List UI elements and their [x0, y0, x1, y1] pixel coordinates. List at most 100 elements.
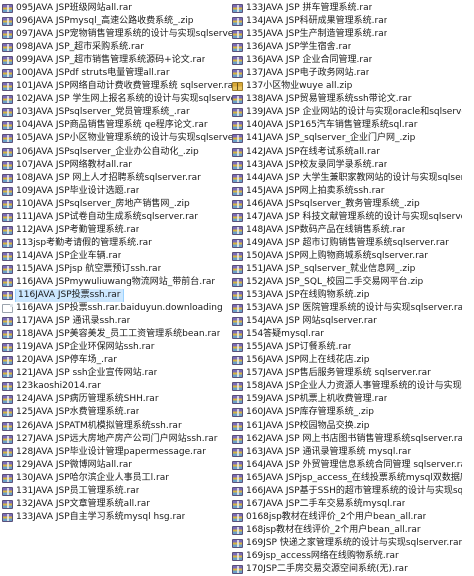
file-item[interactable]: 125JAVA JSP水费管理系统.rar — [2, 406, 232, 419]
file-item[interactable]: 117JAVA JSP 通讯录ssh.rar — [2, 315, 232, 328]
file-item[interactable]: 151JAVA JSP_sqlserver_就业信息网_.zip — [232, 263, 462, 276]
file-item[interactable]: 135JAVA JSP生产制造管理系统.rar — [232, 28, 462, 41]
file-item[interactable]: 100JAVA JSPdf struts电量管理all.rar — [2, 67, 232, 80]
file-item[interactable]: 168jsp教材在线评价_2个用户bean_all.rar — [232, 524, 462, 537]
file-item[interactable]: 105JAVA JSP小区物业管理系统的设计与实现sqlserver.rar — [2, 132, 232, 145]
file-item[interactable]: 127JAVA JSP远大房地产房产公司门户网站ssh.rar — [2, 433, 232, 446]
file-item[interactable]: 139JAVA JSP 企业网站的设计与实现oracle和sqlserver20… — [232, 106, 462, 119]
file-item[interactable]: 123kaoshi2014.rar — [2, 380, 232, 393]
file-name-label: 146JAVA JSPsqlserver_教务管理系统_.zip — [246, 198, 420, 209]
file-item[interactable]: 169JSP 快递之家管理系统的设计与实现sqlserver.rar — [232, 537, 462, 550]
file-item[interactable]: 131JAVA JSP员工管理系统.rar — [2, 485, 232, 498]
file-item[interactable]: 133JAVA JSP 拼车管理系统.rar — [232, 2, 462, 15]
rar-archive-icon — [232, 499, 243, 509]
file-item[interactable]: 118JAVA JSP美容美发_员工工资管理系统bean.rar — [2, 328, 232, 341]
file-item[interactable]: 108JAVA JSP 网上人才招聘系统sqlserver.rar — [2, 172, 232, 185]
file-item[interactable]: 128JAVA JSP毕业设计管理papermessage.rar — [2, 446, 232, 459]
file-item[interactable]: 170JSP二手房交易交源空间系统(无).rar — [232, 563, 462, 576]
file-item[interactable]: 114JAVA JSP企业车辆.rar — [2, 250, 232, 263]
file-item[interactable]: 153JAVA JSP在线购物系统.zip — [232, 289, 462, 302]
file-item[interactable]: 167JAVA JSP二手车交易系统mysql.rar — [232, 498, 462, 511]
file-item[interactable]: 154答疑mysql.rar — [232, 328, 462, 341]
rar-archive-icon — [2, 330, 13, 340]
file-item[interactable]: 129JAVA JSP微博网站all.rar — [2, 459, 232, 472]
file-item[interactable]: 133JAVA JSP自主学习系统mysql hsg.rar — [2, 511, 232, 524]
file-item[interactable]: 155JAVA JSP订餐系统.rar — [232, 341, 462, 354]
file-item[interactable]: 142JAVA JSP在线考试系统all.rar — [232, 146, 462, 159]
file-item[interactable]: 098JAVA JSP_超市采购系统.rar — [2, 41, 232, 54]
file-item[interactable]: 162JAVA JSP 网上书店图书销售管理系统sqlserver.rar — [232, 433, 462, 446]
file-item[interactable]: 137JAVA JSP电子政务网站.rar — [232, 67, 462, 80]
file-item[interactable]: 103JAVA JSPsqlserver_党员管理系统_.rar — [2, 106, 232, 119]
file-item[interactable]: 136JAVA JSP 企业合同管理.rar — [232, 54, 462, 67]
file-item[interactable]: 110JAVA JSPsqlserver_房地产销售网_.zip — [2, 198, 232, 211]
file-item[interactable]: 165JAVA JSPjsp_access_在线投票系统mysql双数据库.ra… — [232, 472, 462, 485]
file-item[interactable]: 134JAVA JSP科研成果管理系统.rar — [232, 15, 462, 28]
file-item[interactable]: 113jsp考勤考请假的管理系统.rar — [2, 237, 232, 250]
file-item[interactable]: 149JAVA JSP 超市订购销售管理系统sqlserver.rar — [232, 237, 462, 250]
file-item[interactable]: 160JAVA JSP库存管理系统_.zip — [232, 406, 462, 419]
file-item[interactable]: 140JAVA JSP165汽车销售管理系统sql.rar — [232, 119, 462, 132]
file-item[interactable]: 153JAVA JSP 医院管理系统的设计与实现sqlserver.rar — [232, 302, 462, 315]
file-item[interactable]: 101JAVA JSP网络自动计费收费管理系统 sqlserver.rar — [2, 80, 232, 93]
file-item[interactable]: 150JAVA JSP网上购物商城系统sqlserver.rar — [232, 250, 462, 263]
file-item[interactable]: 156JAVA JSP网上在线花店.zip — [232, 354, 462, 367]
file-item[interactable]: 161JAVA JSP校园物品交换.zip — [232, 420, 462, 433]
file-item[interactable]: 112JAVA JSP考勤管理系统.rar — [2, 224, 232, 237]
file-item[interactable]: 124JAVA JSP病历管理系统SHH.rar — [2, 393, 232, 406]
file-item[interactable]: 166JAVA JSP基于SSH的超市管理系统的设计与实现sqlserver.r… — [232, 485, 462, 498]
file-name-label: 116JAVA JSP投票ssh.rar — [15, 289, 124, 303]
file-item[interactable]: 095JAVA JSP班级网站all.rar — [2, 2, 232, 15]
file-item[interactable]: 136JAVA JSP学生宿舍.rar — [232, 41, 462, 54]
file-item[interactable]: 159JAVA JSP机票上机收费管理.rar — [232, 393, 462, 406]
rar-archive-icon — [232, 525, 243, 535]
rar-archive-icon — [2, 4, 13, 14]
file-item[interactable]: 116JAVA JSPmywuliuwang物流网站_带前台.rar — [2, 276, 232, 289]
file-item[interactable]: 104JAVA JSP商品销售管理系统 qe程序论文.rar — [2, 119, 232, 132]
file-name-label: 136JAVA JSP学生宿舍.rar — [246, 42, 352, 53]
file-name-label: 152JAVA JSP_SQL_校园二手交易网平台.zip — [246, 277, 424, 287]
file-name-label: 0168jsp教材在线评价_2个用户bean_all.rar — [246, 511, 427, 522]
file-item[interactable]: 169jsp_access网络在线购物系统.rar — [232, 550, 462, 563]
file-name-label: 116JAVA JSP投票ssh.rar.baiduyun.downloadin… — [16, 303, 223, 314]
file-item[interactable]: 130JAVA JSP哈尔滨企业人事员工l.rar — [2, 472, 232, 485]
file-item[interactable]: 107JAVA JSP网络教材all.rar — [2, 159, 232, 172]
file-item[interactable]: 106JAVA JSPsqlserver_企业办公自动化_.zip — [2, 146, 232, 159]
file-item[interactable]: 099JAVA JSP_超市销售管理系统源码+论文.rar — [2, 54, 232, 67]
file-item[interactable]: 163JAVA JSP 通讯录管理系统 mysql.rar — [232, 446, 462, 459]
file-item[interactable]: 147JAVA JSP 科技文献管理系统的设计与实现sqlserver.rar — [232, 211, 462, 224]
file-item[interactable]: 121JAVA JSP ssh企业宣传网站.rar — [2, 367, 232, 380]
file-item[interactable]: 119JAVA JSP企业环保网站ssh.rar — [2, 341, 232, 354]
file-item[interactable]: 146JAVA JSPsqlserver_教务管理系统_.zip — [232, 198, 462, 211]
file-item[interactable]: 145JAVA JSP网上拍卖系统ssh.rar — [232, 185, 462, 198]
file-item[interactable]: 152JAVA JSP_SQL_校园二手交易网平台.zip — [232, 276, 462, 289]
file-item[interactable]: 144JAVA JSP 大学生兼职家教网站的设计与实现sqlserver.rar — [232, 172, 462, 185]
file-name-label: 111JAVA JSP试卷自动生成系统sqlserver.rar — [16, 211, 198, 222]
file-item[interactable]: 115JAVA JSPjsp 航空票预订ssh.rar — [2, 263, 232, 276]
file-item[interactable]: 132JAVA JSP文章管理系统all.rar — [2, 498, 232, 511]
file-name-label: 154JAVA JSP 网站sqlserver.rar — [246, 316, 377, 327]
file-item[interactable]: 102JAVA JSP 学生网上报名系统的设计与实现sqlserver.rar — [2, 93, 232, 106]
file-item[interactable]: 126JAVA JSPATM机模拟管理系统ssh.rar — [2, 420, 232, 433]
file-item[interactable]: 154JAVA JSP 网站sqlserver.rar — [232, 315, 462, 328]
file-name-label: 104JAVA JSP商品销售管理系统 qe程序论文.rar — [16, 120, 208, 131]
file-item[interactable]: 157JAVA JSP售后服务管理系统 sqlserver.rar — [232, 367, 462, 380]
file-item[interactable]: 158JAVA JSP企业人力资源人事管理系统的设计与实现sqlserver.r… — [232, 380, 462, 393]
file-item[interactable]: 138JAVA JSP贸易管理系统ssh带论文.rar — [232, 93, 462, 106]
file-item[interactable]: 116JAVA JSP投票ssh.rar — [2, 289, 232, 303]
rar-archive-icon — [232, 512, 243, 522]
file-item[interactable]: 116JAVA JSP投票ssh.rar.baiduyun.downloadin… — [2, 302, 232, 315]
file-item[interactable]: 148JAVA JSP数码产品在线销售系统.rar — [232, 224, 462, 237]
file-item[interactable]: 120JAVA JSP停车场_.rar — [2, 354, 232, 367]
file-item[interactable]: 0168jsp教材在线评价_2个用户bean_all.rar — [232, 511, 462, 524]
file-item[interactable]: 143JAVA JSP校友录同学录系统.rar — [232, 159, 462, 172]
file-item[interactable]: 096JAVA JSPmysql_高速公路收费系统_.zip — [2, 15, 232, 28]
file-item[interactable]: 164JAVA JSP 外贸管理信息系统合同管理 sqlserver.rar — [232, 459, 462, 472]
file-item[interactable]: 109JAVA JSP毕业设计选题.rar — [2, 185, 232, 198]
rar-archive-icon — [232, 343, 243, 353]
file-item[interactable]: 137小区物业wuye all.zip — [232, 80, 462, 93]
file-item[interactable]: 097JAVA JSP宠物销售管理系统的设计与实现sqlserver.rar — [2, 28, 232, 41]
file-item[interactable]: 141JAVA JSP_sqlserver_企业门户网_.zip — [232, 132, 462, 145]
rar-archive-icon — [2, 251, 13, 261]
file-item[interactable]: 111JAVA JSP试卷自动生成系统sqlserver.rar — [2, 211, 232, 224]
